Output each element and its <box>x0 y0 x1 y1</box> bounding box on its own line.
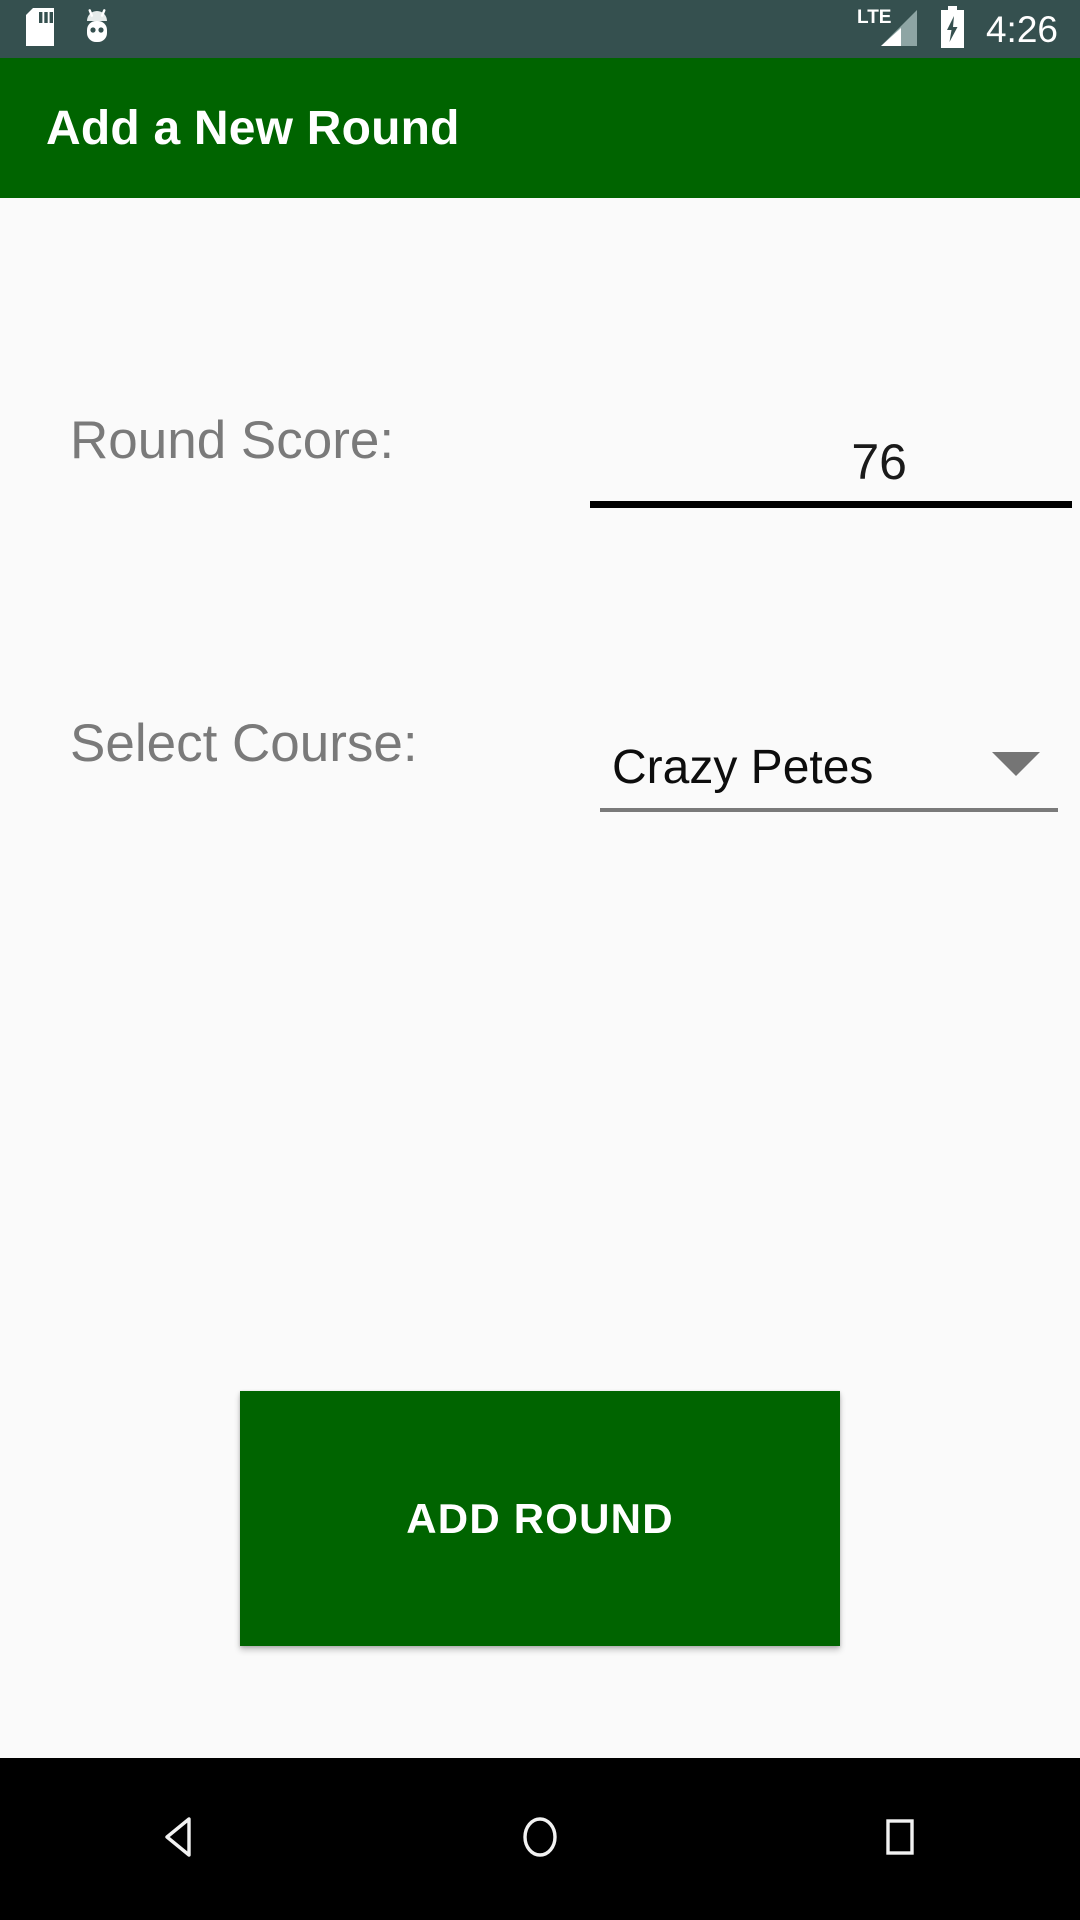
recents-button[interactable] <box>720 1758 1080 1920</box>
back-button[interactable] <box>0 1758 360 1920</box>
recents-icon <box>872 1809 928 1870</box>
back-icon <box>152 1809 208 1870</box>
battery-charging-icon <box>939 5 966 53</box>
status-bar-left-icons <box>26 7 114 51</box>
lte-signal-icon: LTE <box>857 6 923 53</box>
select-course-label: Select Course: <box>70 713 418 773</box>
course-selected-value: Crazy Petes <box>612 741 874 794</box>
round-score-label: Round Score: <box>70 410 395 470</box>
main-content: Round Score: 76 Select Course: Crazy Pet… <box>0 198 1080 1758</box>
app-bar: Add a New Round <box>0 58 1080 198</box>
add-round-button[interactable]: ADD ROUND <box>240 1391 840 1646</box>
status-bar-right-icons: LTE 4:26 <box>857 5 1058 53</box>
round-score-input[interactable]: 76 <box>590 363 1072 508</box>
status-bar-clock: 4:26 <box>985 8 1058 50</box>
course-spinner[interactable]: Crazy Petes <box>600 666 1058 812</box>
round-score-value: 76 <box>851 434 907 490</box>
chevron-down-icon <box>992 752 1040 776</box>
android-bugdroid-icon <box>80 8 114 51</box>
system-navigation-bar <box>0 1758 1080 1920</box>
status-bar: LTE 4:26 <box>0 0 1080 58</box>
svg-text:LTE: LTE <box>857 7 891 28</box>
page-title: Add a New Round <box>46 101 460 155</box>
sd-card-icon <box>26 7 54 51</box>
home-button[interactable] <box>360 1758 720 1920</box>
home-icon <box>512 1809 568 1870</box>
